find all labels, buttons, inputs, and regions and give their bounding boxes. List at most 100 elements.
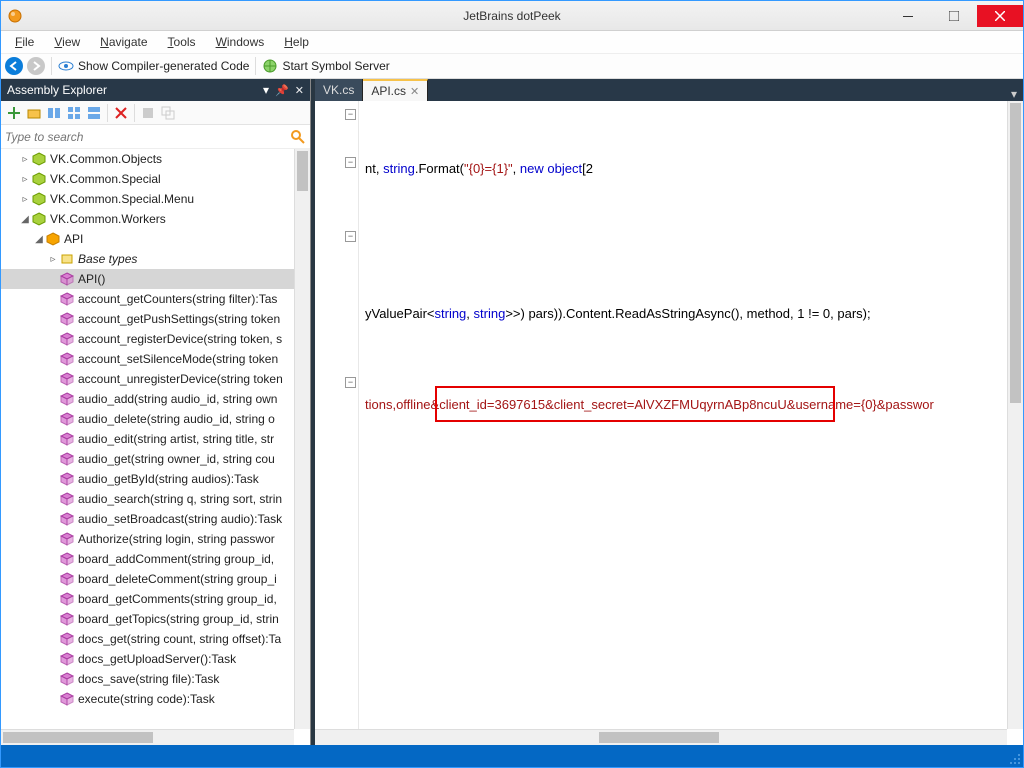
menu-file[interactable]: File <box>7 33 42 51</box>
menu-windows[interactable]: Windows <box>208 33 273 51</box>
method-5[interactable]: audio_add(string audio_id, string own <box>1 389 294 409</box>
tree-twisty[interactable]: ▹ <box>19 154 31 165</box>
add-icon[interactable] <box>5 104 23 122</box>
tree-icon <box>59 551 75 567</box>
tree-label: audio_get(string owner_id, string cou <box>78 452 275 466</box>
folder-icon[interactable] <box>25 104 43 122</box>
tree-icon <box>59 611 75 627</box>
tree-label: Authorize(string login, string passwor <box>78 532 275 546</box>
tree-label: API <box>64 232 83 246</box>
method-13[interactable]: board_addComment(string group_id, <box>1 549 294 569</box>
ns-workers[interactable]: ◢VK.Common.Workers <box>1 209 294 229</box>
method-8[interactable]: audio_get(string owner_id, string cou <box>1 449 294 469</box>
tab-vk[interactable]: VK.cs <box>315 79 363 101</box>
panel-close-icon[interactable]: ✕ <box>295 84 304 97</box>
ns-special-menu[interactable]: ▹VK.Common.Special.Menu <box>1 189 294 209</box>
base-types[interactable]: ▹ Base types <box>1 249 294 269</box>
tab-overflow-icon[interactable]: ▾ <box>1005 87 1023 101</box>
menu-tools[interactable]: Tools <box>160 33 204 51</box>
method-18[interactable]: docs_getUploadServer():Task <box>1 649 294 669</box>
start-symbol-button[interactable]: Start Symbol Server <box>282 59 389 73</box>
tree-label: Base types <box>78 252 137 266</box>
maximize-button[interactable] <box>931 5 977 27</box>
nav-forward-button[interactable] <box>27 57 45 75</box>
tree-icon <box>59 451 75 467</box>
method-19[interactable]: docs_save(string file):Task <box>1 669 294 689</box>
method-1[interactable]: account_getPushSettings(string token <box>1 309 294 329</box>
search-icon[interactable] <box>290 129 306 145</box>
code-editor[interactable]: − − − − nt, string.Format("{0}={1}", new… <box>315 101 1023 745</box>
tree-twisty[interactable]: ▹ <box>19 194 31 205</box>
panel-dropdown-icon[interactable]: ▾ <box>263 83 269 97</box>
tree-twisty[interactable]: ◢ <box>19 214 31 225</box>
tree-label: docs_save(string file):Task <box>78 672 219 686</box>
panel-toolbar <box>1 101 310 125</box>
save-icon[interactable] <box>139 104 157 122</box>
tree-icon <box>59 431 75 447</box>
panel-hscroll[interactable] <box>1 729 294 745</box>
editor-vscroll[interactable] <box>1007 101 1023 729</box>
menu-view[interactable]: View <box>46 33 88 51</box>
tree-label: audio_setBroadcast(string audio):Task <box>78 512 282 526</box>
fold-icon[interactable]: − <box>345 109 356 120</box>
panel-vscroll[interactable] <box>294 149 310 729</box>
method-12[interactable]: Authorize(string login, string passwor <box>1 529 294 549</box>
tree-twisty[interactable]: ▹ <box>47 254 59 265</box>
tree-label: docs_get(string count, string offset):Ta <box>78 632 281 646</box>
tree-icon <box>59 331 75 347</box>
tree-twisty[interactable]: ◢ <box>33 234 45 245</box>
fold-icon[interactable]: − <box>345 377 356 388</box>
method-16[interactable]: board_getTopics(string group_id, strin <box>1 609 294 629</box>
menu-navigate[interactable]: Navigate <box>92 33 155 51</box>
tab-close-icon[interactable]: ✕ <box>410 85 419 98</box>
toolbar: Show Compiler-generated Code Start Symbo… <box>1 53 1023 79</box>
editor-hscroll[interactable] <box>315 729 1007 745</box>
tree-twisty[interactable]: ▹ <box>19 174 31 185</box>
method-14[interactable]: board_deleteComment(string group_i <box>1 569 294 589</box>
tab-api[interactable]: API.cs✕ <box>363 79 428 101</box>
ns-objects[interactable]: ▹ VK.Common.Objects <box>1 149 294 169</box>
tree-icon <box>59 291 75 307</box>
fold-icon[interactable]: − <box>345 157 356 168</box>
method-9[interactable]: audio_getById(string audios):Task <box>1 469 294 489</box>
resize-grip-icon[interactable] <box>1009 753 1021 765</box>
tree-icon <box>59 371 75 387</box>
method-17[interactable]: docs_get(string count, string offset):Ta <box>1 629 294 649</box>
method-2[interactable]: account_registerDevice(string token, s <box>1 329 294 349</box>
remove-icon[interactable] <box>112 104 130 122</box>
code-line: nt, string.Format("{0}={1}", new object[… <box>365 161 593 176</box>
method-11[interactable]: audio_setBroadcast(string audio):Task <box>1 509 294 529</box>
globe-icon <box>262 58 278 74</box>
search-input[interactable] <box>5 130 290 144</box>
close-button[interactable] <box>977 5 1023 27</box>
class-api[interactable]: ◢ API <box>1 229 294 249</box>
nav-back-button[interactable] <box>5 57 23 75</box>
method-ctor[interactable]: API() <box>1 269 294 289</box>
copy-icon[interactable] <box>159 104 177 122</box>
method-10[interactable]: audio_search(string q, string sort, stri… <box>1 489 294 509</box>
tree-icon <box>31 211 47 227</box>
method-0[interactable]: account_getCounters(string filter):Tas <box>1 289 294 309</box>
method-6[interactable]: audio_delete(string audio_id, string o <box>1 409 294 429</box>
tree-label: VK.Common.Objects <box>50 152 162 166</box>
grid2-icon[interactable] <box>85 104 103 122</box>
tree-label: account_registerDevice(string token, s <box>78 332 282 346</box>
fold-icon[interactable]: − <box>345 231 356 242</box>
ns-special[interactable]: ▹VK.Common.Special <box>1 169 294 189</box>
method-3[interactable]: account_setSilenceMode(string token <box>1 349 294 369</box>
method-20[interactable]: execute(string code):Task <box>1 689 294 709</box>
method-7[interactable]: audio_edit(string artist, string title, … <box>1 429 294 449</box>
tab-bar: VK.cs API.cs✕ ▾ <box>315 79 1023 101</box>
tree-icon <box>59 511 75 527</box>
show-compiler-button[interactable]: Show Compiler-generated Code <box>78 59 249 73</box>
menu-help[interactable]: Help <box>276 33 317 51</box>
tree-label: audio_add(string audio_id, string own <box>78 392 277 406</box>
method-4[interactable]: account_unregisterDevice(string token <box>1 369 294 389</box>
minimize-button[interactable] <box>885 5 931 27</box>
method-15[interactable]: board_getComments(string group_id, <box>1 589 294 609</box>
tree-label: account_getPushSettings(string token <box>78 312 280 326</box>
explore-icon[interactable] <box>45 104 63 122</box>
grid1-icon[interactable] <box>65 104 83 122</box>
tree-label: audio_edit(string artist, string title, … <box>78 432 274 446</box>
pin-icon[interactable]: 📌 <box>275 84 289 97</box>
